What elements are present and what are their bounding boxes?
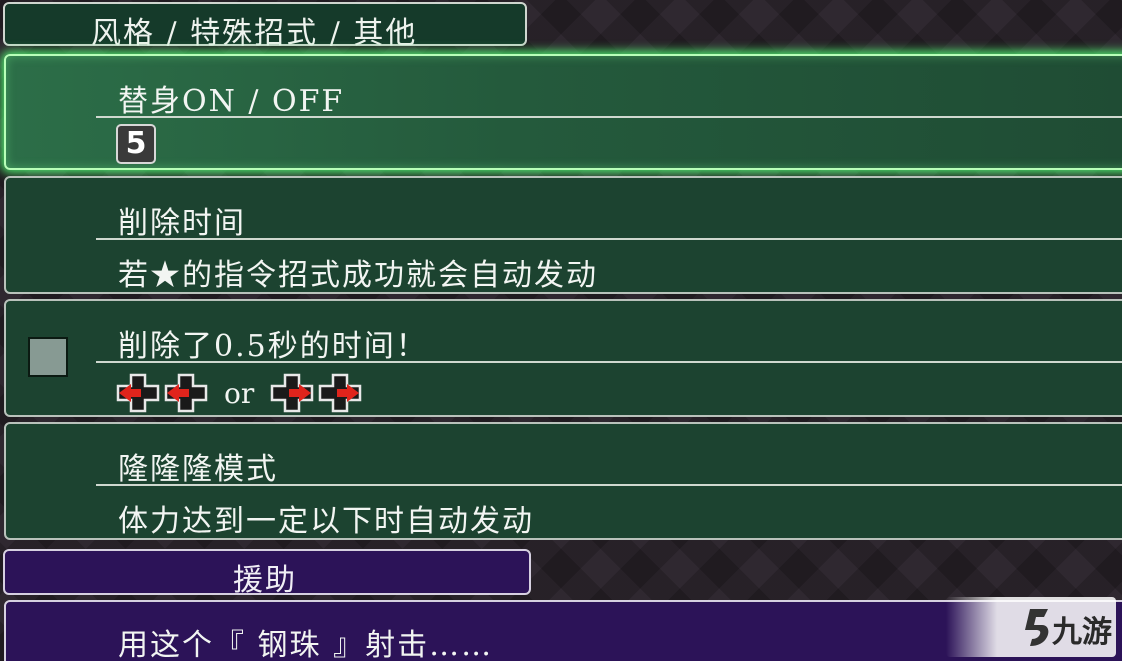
move-title: 替身ON / OFF (118, 84, 345, 119)
or-label: or (224, 376, 255, 410)
dpad-right-icon (319, 373, 362, 413)
dpad-right-icon (271, 373, 314, 413)
move-row-erase-time[interactable]: 削除时间 若★的指令招式成功就会自动发动 (4, 176, 1122, 294)
move-row-stand-toggle[interactable]: 替身ON / OFF 5 (4, 54, 1122, 170)
row-divider (96, 484, 1122, 486)
row-divider (96, 361, 1122, 363)
move-title: 削除时间 (118, 206, 246, 241)
row-divider (96, 238, 1122, 240)
nine-game-logo-icon (1025, 609, 1049, 646)
section-header: 风格 / 特殊招式 / 其他 (3, 2, 527, 51)
move-list-screen: 风格 / 特殊招式 / 其他 替身ON / OFF 5 削除时间 若★的指令招式… (0, 0, 1122, 661)
watermark-text: 九游 (1052, 615, 1112, 650)
number-5-button-icon: 5 (116, 124, 156, 164)
move-input-sequence: or (116, 373, 362, 413)
dpad-left-icon (116, 373, 160, 413)
move-title: 用这个『 钢珠 』射击…… (118, 628, 494, 661)
section-header-label: 风格 / 特殊招式 / 其他 (91, 16, 418, 51)
move-title: 削除了0.5秒的时间！ (118, 329, 428, 364)
move-description: 体力达到一定以下时自动发动 (118, 504, 534, 539)
move-row-rumble-mode[interactable]: 隆隆隆模式 体力达到一定以下时自动发动 (4, 422, 1122, 540)
assist-header-label: 援助 (233, 563, 297, 598)
move-description: 若★的指令招式成功就会自动发动 (118, 258, 598, 293)
move-row-erase-half-second[interactable]: 削除了0.5秒的时间！ or (4, 299, 1122, 417)
move-title: 隆隆隆模式 (118, 452, 278, 487)
assist-section-header: 援助 (3, 549, 531, 598)
row-divider (96, 116, 1122, 118)
site-watermark: 九游 (946, 597, 1116, 657)
dpad-left-icon (164, 373, 208, 413)
unchecked-box-icon[interactable] (28, 337, 68, 377)
